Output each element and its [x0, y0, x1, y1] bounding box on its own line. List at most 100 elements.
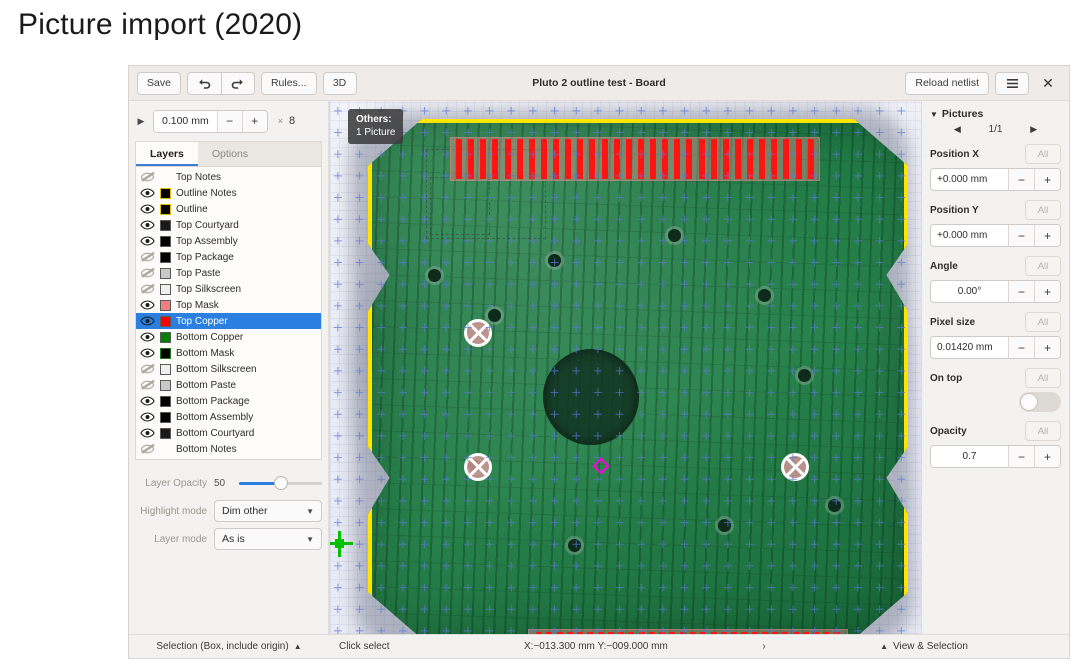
- copper-pad[interactable]: [722, 139, 729, 179]
- picture-field-increment[interactable]: +: [1034, 281, 1060, 302]
- copper-pad[interactable]: [480, 139, 487, 179]
- copper-pad[interactable]: [698, 139, 705, 179]
- picture-anchor-marker[interactable]: [592, 457, 610, 475]
- pcb-canvas[interactable]: Others: 1 Picture: [329, 101, 921, 634]
- layer-color-swatch[interactable]: [160, 331, 171, 343]
- close-icon[interactable]: ✕: [1035, 72, 1061, 95]
- grid-size-increment[interactable]: +: [241, 110, 267, 132]
- copper-pad[interactable]: [456, 139, 462, 179]
- copper-pad[interactable]: [546, 632, 553, 634]
- picture-field-decrement[interactable]: −: [1008, 337, 1034, 358]
- layer-color-swatch[interactable]: [160, 411, 171, 423]
- copper-pad[interactable]: [648, 632, 655, 634]
- origin-crosshair-marker[interactable]: [330, 531, 353, 557]
- copper-pad[interactable]: [772, 632, 779, 634]
- layer-color-swatch[interactable]: [160, 219, 171, 231]
- copper-pad[interactable]: [553, 139, 559, 179]
- layer-row[interactable]: Outline Notes: [136, 185, 321, 201]
- layer-color-swatch[interactable]: [160, 235, 171, 247]
- copper-pad[interactable]: [700, 632, 707, 634]
- layer-row[interactable]: Top Assembly: [136, 233, 321, 249]
- copper-pad[interactable]: [679, 632, 686, 634]
- eye-visible-icon[interactable]: [140, 347, 155, 359]
- prev-arrow-icon[interactable]: ◀: [954, 124, 961, 135]
- grid-size-value[interactable]: 0.100 mm: [154, 110, 217, 132]
- copper-pad[interactable]: [802, 632, 809, 634]
- on-top-toggle[interactable]: [1019, 392, 1061, 412]
- layer-color-swatch[interactable]: [160, 427, 171, 439]
- layer-row[interactable]: Top Courtyard: [136, 217, 321, 233]
- layer-row[interactable]: Bottom Assembly: [136, 409, 321, 425]
- picture-field-stepper[interactable]: 0.7− +: [930, 445, 1061, 468]
- copper-pad[interactable]: [689, 632, 696, 634]
- picture-field-decrement[interactable]: −: [1008, 225, 1034, 246]
- copper-pad[interactable]: [747, 139, 753, 179]
- picture-field-stepper[interactable]: 0.00° − +: [930, 280, 1061, 303]
- copper-pad[interactable]: [795, 139, 802, 179]
- tab-layers[interactable]: Layers: [136, 142, 198, 166]
- copper-pad[interactable]: [468, 139, 475, 179]
- layer-color-swatch[interactable]: [160, 172, 171, 183]
- three-d-button[interactable]: 3D: [322, 71, 357, 95]
- layer-color-swatch[interactable]: [160, 379, 171, 391]
- copper-pad[interactable]: [638, 632, 645, 634]
- grid-size-stepper[interactable]: 0.100 mm − +: [153, 109, 268, 133]
- eye-visible-icon[interactable]: [140, 219, 155, 231]
- drill-marker[interactable]: [464, 453, 492, 481]
- layer-color-swatch[interactable]: [160, 315, 171, 327]
- eye-visible-icon[interactable]: [140, 331, 155, 343]
- apply-to-all-button[interactable]: All: [1025, 200, 1061, 220]
- eye-visible-icon[interactable]: [140, 235, 155, 247]
- layer-row[interactable]: Bottom Notes: [136, 441, 321, 457]
- eye-hidden-icon[interactable]: [140, 283, 155, 295]
- redo-icon[interactable]: [220, 71, 255, 95]
- layer-color-swatch[interactable]: [160, 363, 171, 375]
- eye-visible-icon[interactable]: [140, 315, 155, 327]
- copper-pad[interactable]: [813, 632, 820, 634]
- copper-pad[interactable]: [782, 632, 789, 634]
- picture-field-value[interactable]: 0.00°: [931, 281, 1008, 302]
- apply-to-all-button[interactable]: All: [1025, 144, 1061, 164]
- picture-field-increment[interactable]: +: [1034, 337, 1060, 358]
- copper-pad[interactable]: [771, 139, 778, 179]
- layer-opacity-slider[interactable]: [239, 475, 322, 491]
- copper-pad[interactable]: [833, 632, 840, 634]
- copper-pad[interactable]: [566, 632, 573, 634]
- eye-hidden-icon[interactable]: [140, 171, 155, 183]
- picture-field-stepper[interactable]: +0.000 mm − +: [930, 224, 1061, 247]
- copper-pad[interactable]: [669, 632, 676, 634]
- apply-to-all-button[interactable]: All: [1025, 421, 1061, 441]
- copper-pad[interactable]: [674, 139, 681, 179]
- copper-pad[interactable]: [589, 139, 596, 179]
- picture-field-stepper[interactable]: 0.01420 mm − +: [930, 336, 1061, 359]
- status-expand-chevron[interactable]: ›: [749, 641, 779, 652]
- copper-pad[interactable]: [607, 632, 614, 634]
- grid-size-decrement[interactable]: −: [216, 110, 242, 132]
- copper-pad[interactable]: [710, 139, 717, 179]
- eye-hidden-icon[interactable]: [140, 443, 155, 455]
- copper-pad[interactable]: [601, 139, 608, 179]
- eye-hidden-icon[interactable]: [140, 251, 155, 263]
- picture-field-decrement[interactable]: −: [1008, 281, 1034, 302]
- copper-pad[interactable]: [741, 632, 748, 634]
- highlight-mode-select[interactable]: Dim other ▼: [214, 500, 322, 522]
- undo-icon[interactable]: [186, 71, 221, 95]
- copper-pad[interactable]: [528, 139, 535, 179]
- grid-multiplier-value[interactable]: 8: [289, 115, 295, 127]
- layer-row[interactable]: Bottom Copper: [136, 329, 321, 345]
- copper-pad[interactable]: [792, 632, 799, 634]
- drill-marker[interactable]: [781, 453, 809, 481]
- layer-mode-select[interactable]: As is ▼: [214, 528, 322, 550]
- picture-field-increment[interactable]: +: [1034, 446, 1060, 467]
- next-arrow-icon[interactable]: ▶: [1030, 124, 1037, 135]
- layer-row[interactable]: Bottom Courtyard: [136, 425, 321, 441]
- eye-visible-icon[interactable]: [140, 427, 155, 439]
- hamburger-menu-icon[interactable]: [995, 71, 1029, 95]
- status-view-selection[interactable]: ▲ View & Selection: [779, 641, 1069, 652]
- copper-pad[interactable]: [637, 139, 644, 179]
- copper-pad[interactable]: [625, 139, 632, 179]
- eye-visible-icon[interactable]: [140, 203, 155, 215]
- picture-field-increment[interactable]: +: [1034, 169, 1060, 190]
- copper-pad[interactable]: [628, 632, 635, 634]
- apply-to-all-button[interactable]: All: [1025, 256, 1061, 276]
